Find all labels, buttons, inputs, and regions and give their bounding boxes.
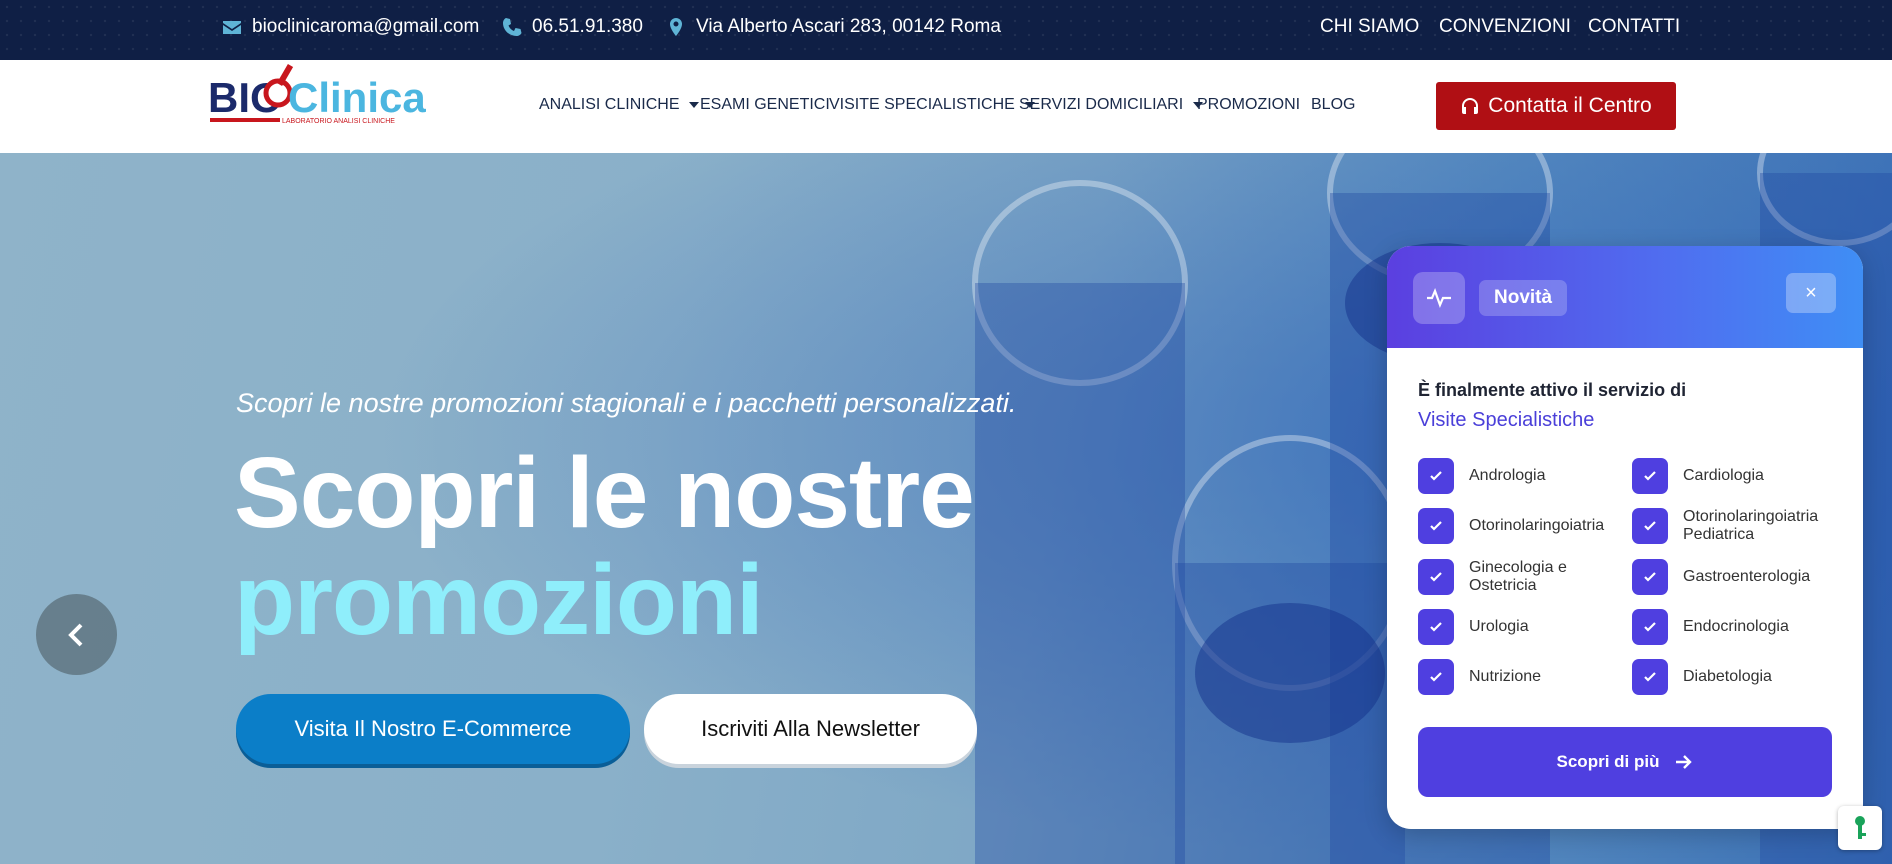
menu-analisi-cliniche[interactable]: ANALISI CLINICHE: [539, 96, 700, 114]
chevron-left-icon: [67, 623, 82, 646]
menu-label: VISITE SPECIALISTICHE: [829, 96, 1015, 113]
chevron-down-icon: [689, 102, 700, 108]
hero-subtitle: Scopri le nostre promozioni stagionali e…: [236, 388, 1017, 418]
newsletter-button[interactable]: Iscriviti Alla Newsletter: [644, 694, 977, 764]
address-contact[interactable]: Via Alberto Ascari 283, 00142 Roma: [666, 16, 1001, 38]
specialty-label: Gastroenterologia: [1683, 568, 1811, 585]
check-icon: [1418, 458, 1454, 494]
specialty-label: Ginecologia e Ostetricia: [1469, 559, 1567, 594]
check-icon: [1632, 508, 1668, 544]
email-text: bioclinicaroma@gmail.com: [252, 16, 480, 37]
specialty-label: Diabetologia: [1683, 668, 1772, 685]
pulse-icon: [1427, 287, 1451, 309]
check-icon: [1418, 609, 1454, 645]
specialty-label: Andrologia: [1469, 467, 1546, 484]
check-icon: [1632, 659, 1668, 695]
cta-label: Contatta il Centro: [1488, 94, 1652, 117]
check-icon: [1632, 559, 1668, 595]
svg-text:LABORATORIO ANALISI CLINICHE: LABORATORIO ANALISI CLINICHE: [282, 118, 395, 125]
phone-text: 06.51.91.380: [532, 16, 643, 37]
check-icon: [1418, 659, 1454, 695]
phone-contact[interactable]: 06.51.91.380: [502, 16, 643, 38]
specialty-label: Otorinolaringoiatria: [1469, 517, 1605, 534]
phone-icon: [503, 18, 522, 36]
top-bar: bioclinicaroma@gmail.com 06.51.91.380 Vi…: [0, 0, 1892, 60]
popup-header: Novità ×: [1387, 246, 1863, 348]
menu-esami-genetici[interactable]: ESAMI GENETICI: [700, 96, 830, 114]
specialty-label: Nutrizione: [1469, 668, 1542, 685]
menu-label: ESAMI GENETICI: [700, 96, 830, 113]
bioclinica-logo[interactable]: BIO Clinica LABORATORIO ANALISI CLINICHE: [208, 60, 428, 153]
map-pin-icon: [670, 18, 682, 36]
novita-badge: Novità: [1479, 280, 1568, 316]
email-contact[interactable]: bioclinicaroma@gmail.com: [222, 16, 479, 38]
menu-promozioni[interactable]: PROMOZIONI: [1197, 96, 1300, 114]
nav-contatti[interactable]: CONTATTI: [1588, 16, 1680, 38]
pulse-icon-box: [1413, 272, 1465, 324]
close-button[interactable]: ×: [1786, 273, 1836, 313]
menu-label: PROMOZIONI: [1197, 96, 1301, 113]
specialty-item[interactable]: Endocrinologia: [1632, 609, 1843, 645]
specialty-item[interactable]: Otorinolaringoiatria Pediatrica: [1632, 508, 1843, 544]
popup-intro-highlight: Visite Specialistiche: [1418, 409, 1595, 431]
nav-convenzioni[interactable]: CONVENZIONI: [1439, 16, 1571, 38]
specialty-item[interactable]: Cardiologia: [1632, 458, 1843, 494]
specialty-item[interactable]: Urologia: [1418, 609, 1629, 645]
menu-label: BLOG: [1311, 96, 1356, 113]
accessibility-key-icon[interactable]: [1838, 806, 1882, 850]
menu-blog[interactable]: BLOG: [1311, 96, 1355, 114]
main-header: BIO Clinica LABORATORIO ANALISI CLINICHE…: [0, 60, 1892, 153]
slider-prev-button[interactable]: [36, 594, 117, 675]
check-icon: [1418, 559, 1454, 595]
discover-label: Scopri di più: [1556, 752, 1660, 771]
popup-intro: È finalmente attivo il servizio di: [1418, 380, 1687, 400]
ecommerce-button[interactable]: Visita Il Nostro E-Commerce: [236, 694, 630, 764]
check-icon: [1632, 458, 1668, 494]
address-text: Via Alberto Ascari 283, 00142 Roma: [696, 16, 1001, 37]
svg-text:Clinica: Clinica: [288, 74, 426, 121]
arrow-right-icon: [1676, 755, 1693, 769]
check-icon: [1632, 609, 1668, 645]
novita-popup: Novità × È finalmente attivo il servizio…: [1387, 246, 1863, 829]
specialty-item[interactable]: Diabetologia: [1632, 659, 1843, 695]
hero-title-line1: Scopri le nostre: [234, 437, 975, 549]
specialty-item[interactable]: Andrologia: [1418, 458, 1629, 494]
menu-servizi-domiciliari[interactable]: SERVIZI DOMICILIARI: [1019, 96, 1204, 114]
menu-visite-specialistiche[interactable]: VISITE SPECIALISTICHE: [829, 96, 1035, 114]
specialty-item[interactable]: Gastroenterologia: [1632, 559, 1843, 595]
specialty-item[interactable]: Otorinolaringoiatria: [1418, 508, 1629, 544]
menu-label: SERVIZI DOMICILIARI: [1019, 96, 1184, 113]
headphones-icon: [1462, 98, 1479, 114]
specialty-label: Cardiologia: [1683, 467, 1764, 484]
envelope-icon: [223, 21, 241, 34]
scopri-di-piu-button[interactable]: Scopri di più: [1418, 727, 1832, 797]
menu-label: ANALISI CLINICHE: [539, 96, 680, 113]
hero-title-line2: promozioni: [234, 544, 764, 656]
nav-chi-siamo[interactable]: CHI SIAMO: [1320, 16, 1419, 38]
specialty-label: Otorinolaringoiatria Pediatrica: [1683, 508, 1819, 543]
check-icon: [1418, 508, 1454, 544]
specialty-label: Endocrinologia: [1683, 618, 1789, 635]
specialty-item[interactable]: Nutrizione: [1418, 659, 1629, 695]
specialty-item[interactable]: Ginecologia e Ostetricia: [1418, 559, 1629, 595]
specialty-label: Urologia: [1469, 618, 1529, 635]
contatta-centro-button[interactable]: Contatta il Centro: [1436, 82, 1676, 130]
